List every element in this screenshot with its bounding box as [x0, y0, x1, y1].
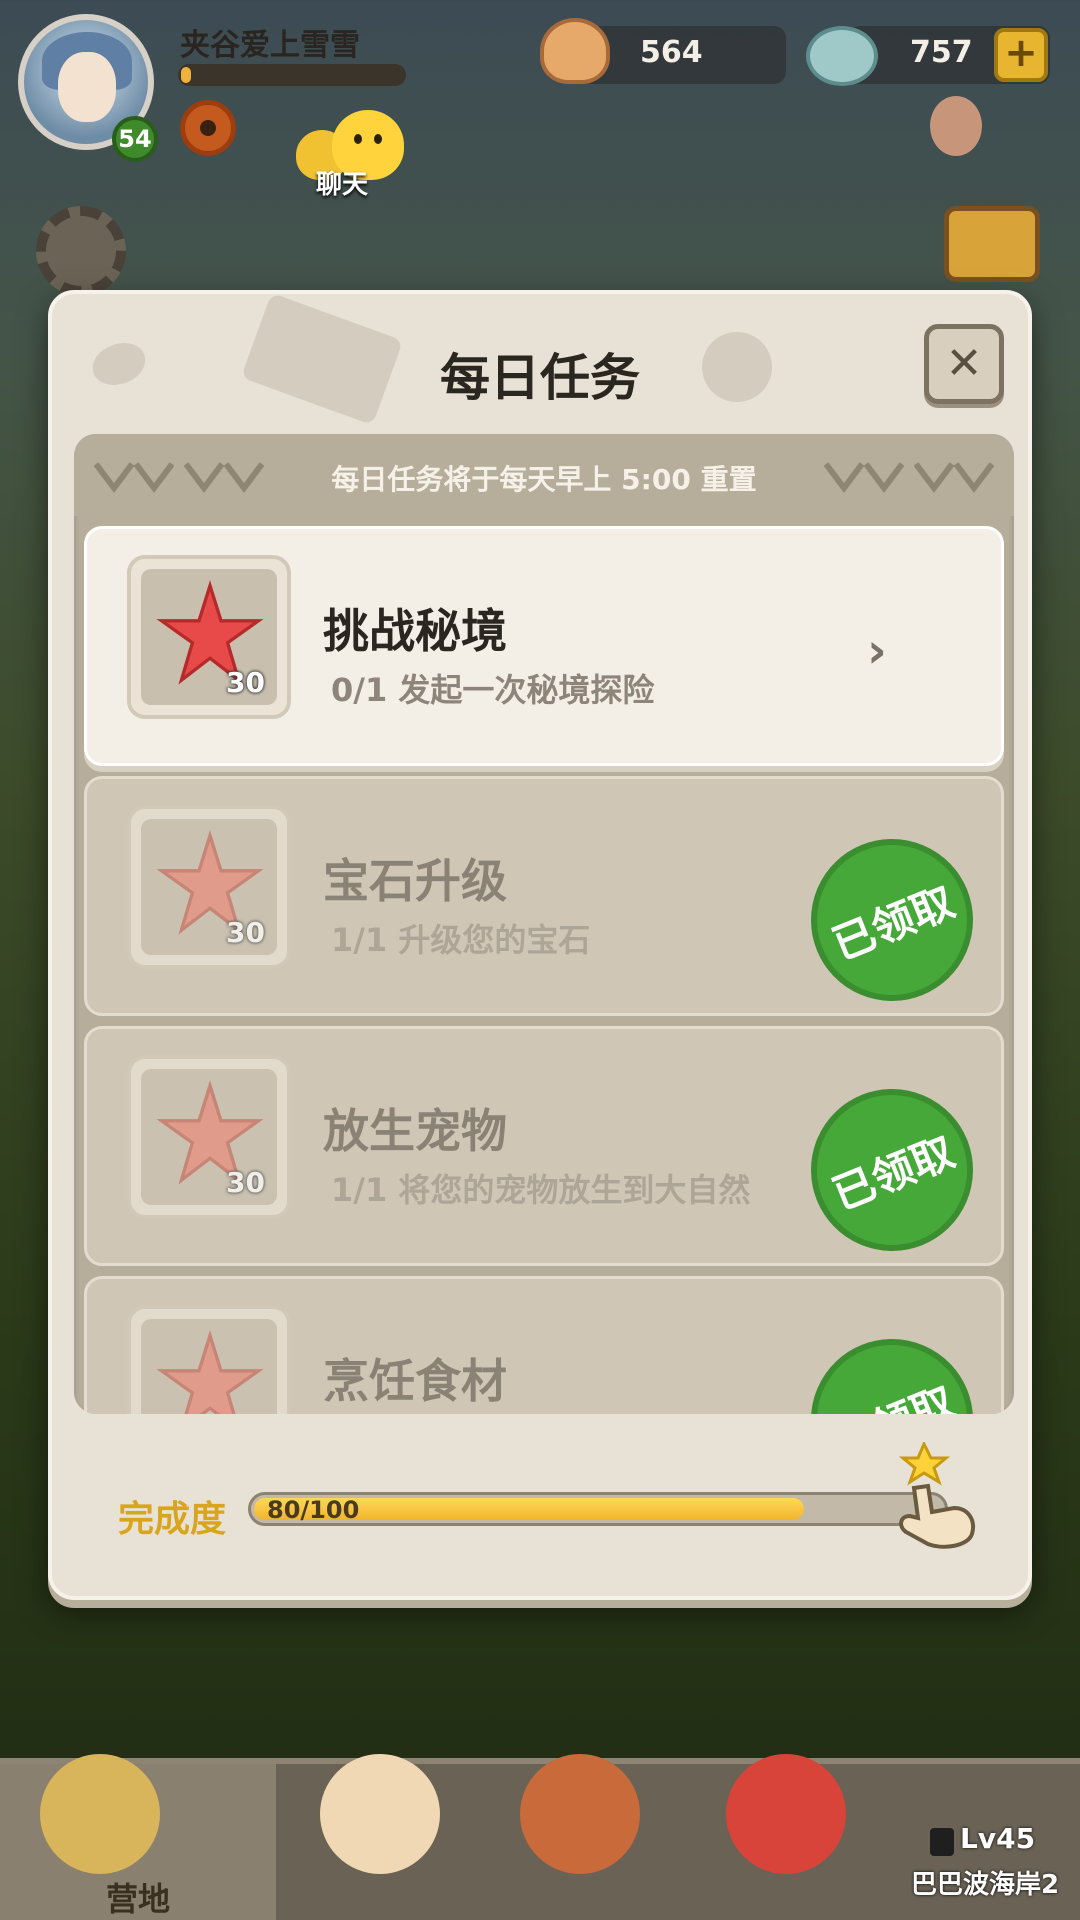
chat-button[interactable]: 聊天: [286, 104, 416, 200]
journal-icon[interactable]: [944, 206, 1040, 282]
locked-level: Lv45: [960, 1822, 1036, 1855]
shell-count: 564: [640, 35, 703, 70]
reward-slot: 30: [141, 569, 277, 705]
pointing-hand-icon: [898, 1442, 975, 1549]
balloon-icon: [930, 96, 982, 156]
gem-icon: [806, 26, 878, 86]
nav-item-pet[interactable]: [690, 1754, 880, 1920]
nav-label: 营地: [105, 1880, 170, 1918]
player-name: 夹谷爱上雪雪: [180, 28, 360, 63]
task-description: 0/1 发起一次秘境探险: [331, 671, 655, 709]
close-icon: ✕: [945, 338, 983, 389]
nav-item-hero[interactable]: [290, 1754, 480, 1920]
task-card-challenge-realm[interactable]: 30 挑战秘境 0/1 发起一次秘境探险 ›: [84, 526, 1004, 766]
claimed-label: 已领取: [822, 1368, 962, 1414]
reward-box: 30: [127, 1305, 291, 1414]
reward-count: 30: [226, 1166, 265, 1199]
xp-bar: [178, 64, 406, 86]
task-description: 1/1 升级您的宝石: [331, 921, 591, 959]
locked-area-name: 巴巴波海岸2: [910, 1870, 1060, 1900]
task-name: 挑战秘境: [323, 604, 507, 658]
reward-slot: 30: [141, 1319, 277, 1414]
task-name: 放生宠物: [323, 1104, 507, 1158]
claimed-stamp: 已领取: [786, 1314, 998, 1414]
reward-box: 30: [127, 805, 291, 969]
daily-tasks-modal: 每日任务 ✕ 每日任务将于每天早上 5:00 重置 30 挑战秘境 0/1 发起…: [48, 290, 1032, 1600]
xp-bar-fill: [181, 67, 191, 83]
gem-count: 757: [910, 35, 973, 70]
nav-item-locked-area[interactable]: Lv45 巴巴波海岸2: [890, 1764, 1080, 1920]
task-description: 1/1 将您的宠物放生到大自然: [331, 1171, 751, 1209]
add-currency-button[interactable]: +: [994, 28, 1048, 82]
gear-icon[interactable]: [36, 206, 126, 296]
task-card-gem-upgrade: 30 宝石升级 1/1 升级您的宝石 已领取: [84, 776, 1004, 1026]
nav-item-totem[interactable]: [480, 1754, 680, 1920]
reward-box: 30: [127, 555, 291, 719]
claimed-stamp: 已领取: [786, 814, 998, 1026]
reset-notice-strip: 每日任务将于每天早上 5:00 重置: [74, 434, 1014, 516]
completion-label: 完成度: [118, 1499, 227, 1540]
reward-count: 30: [226, 916, 265, 949]
claimed-stamp: 已领取: [786, 1064, 998, 1276]
completion-progress-bar: 80/100: [248, 1492, 948, 1526]
chevron-decoration-icon: [913, 460, 995, 494]
bottom-nav: 营地 Lv45 巴巴波海岸2: [0, 1754, 1080, 1920]
task-list[interactable]: 每日任务将于每天早上 5:00 重置 30 挑战秘境 0/1 发起一次秘境探险 …: [74, 434, 1014, 1414]
close-button[interactable]: ✕: [924, 324, 1004, 404]
shell-icon: [540, 18, 610, 84]
hero-icon: [320, 1754, 440, 1874]
dino-pet-icon: [726, 1754, 846, 1874]
lock-icon: [930, 1828, 954, 1856]
starfish-icon: [156, 1330, 264, 1414]
reward-slot: 30: [141, 1069, 277, 1205]
task-card-cook-ingredients: 30 烹饪食材 已领取: [84, 1276, 1004, 1414]
task-name: 烹饪食材: [323, 1354, 507, 1408]
claimed-label: 已领取: [825, 1126, 961, 1220]
avatar-face: [58, 52, 116, 122]
task-card-release-pet: 30 放生宠物 1/1 将您的宠物放生到大自然 已领取: [84, 1026, 1004, 1276]
camp-icon: [40, 1754, 160, 1874]
chevron-right-icon[interactable]: ›: [867, 623, 887, 679]
chat-label: 聊天: [316, 170, 369, 200]
nav-item-camp[interactable]: 营地: [0, 1754, 276, 1920]
totem-icon: [520, 1754, 640, 1874]
claimed-label: 已领取: [825, 876, 961, 970]
reward-box: 30: [127, 1055, 291, 1219]
donut-icon[interactable]: [180, 100, 236, 156]
chat-eye: [374, 134, 382, 144]
completion-progress-text: 80/100: [267, 1496, 360, 1524]
reward-count: 30: [226, 666, 265, 699]
chat-eye: [354, 134, 362, 144]
player-level-badge: 54: [112, 116, 158, 162]
chevron-decoration-icon: [823, 460, 905, 494]
modal-title: 每日任务: [440, 349, 640, 407]
shell-currency: 564: [580, 26, 786, 84]
task-name: 宝石升级: [323, 854, 507, 908]
reward-slot: 30: [141, 819, 277, 955]
